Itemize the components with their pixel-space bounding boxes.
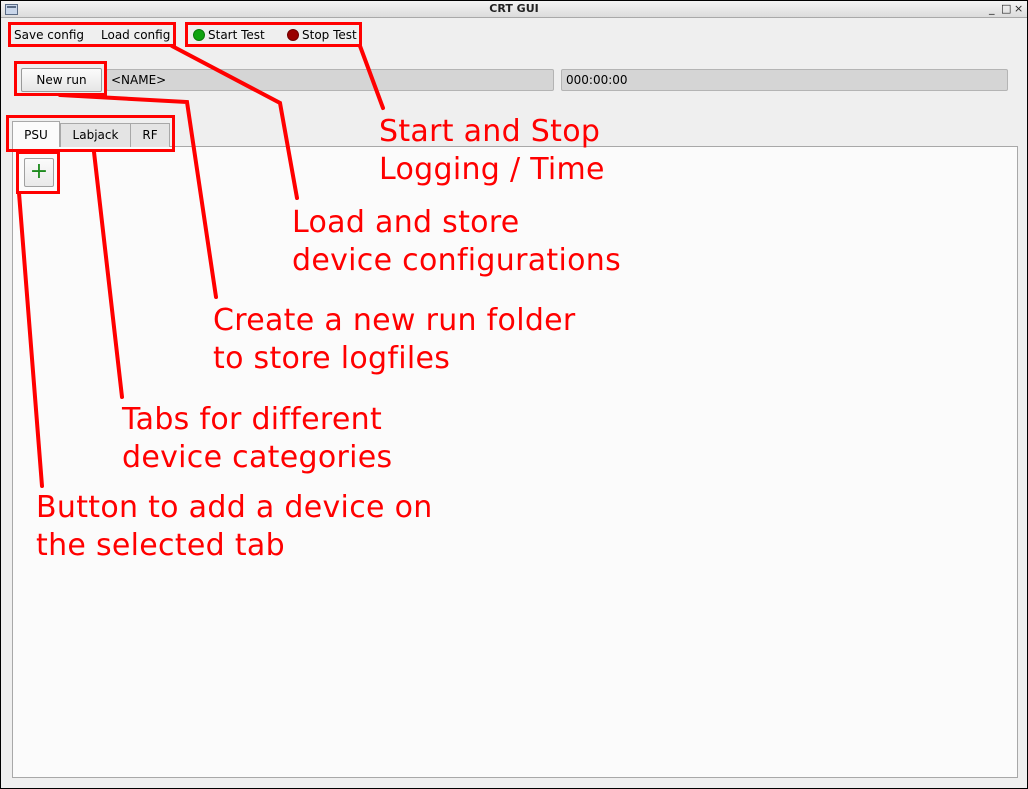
callout-tabs: Tabs for different device categories bbox=[122, 401, 392, 477]
callout-line: to store logfiles bbox=[213, 341, 451, 376]
line-tabs bbox=[92, 150, 124, 399]
callout-new-run: Create a new run folder to store logfile… bbox=[213, 302, 576, 378]
callout-add-device: Button to add a device on the selected t… bbox=[36, 489, 433, 565]
callout-start-stop: Start and Stop Logging / Time bbox=[379, 113, 605, 189]
callout-line: Button to add a device on bbox=[36, 490, 433, 525]
tab-psu[interactable]: PSU bbox=[12, 121, 60, 147]
callout-line: the selected tab bbox=[36, 528, 285, 563]
callout-line: Start and Stop bbox=[379, 114, 601, 149]
callout-line: Load and store bbox=[292, 205, 520, 240]
line-add-device bbox=[17, 191, 44, 488]
callout-line: Create a new run folder bbox=[213, 303, 576, 338]
callout-config: Load and store device configurations bbox=[292, 204, 621, 280]
callout-line: Logging / Time bbox=[379, 152, 605, 187]
callout-line: Tabs for different bbox=[122, 402, 383, 437]
line-test-actions bbox=[358, 44, 385, 110]
line-new-run bbox=[58, 93, 218, 299]
callout-line: device configurations bbox=[292, 243, 622, 278]
callout-line: device categories bbox=[122, 440, 393, 475]
